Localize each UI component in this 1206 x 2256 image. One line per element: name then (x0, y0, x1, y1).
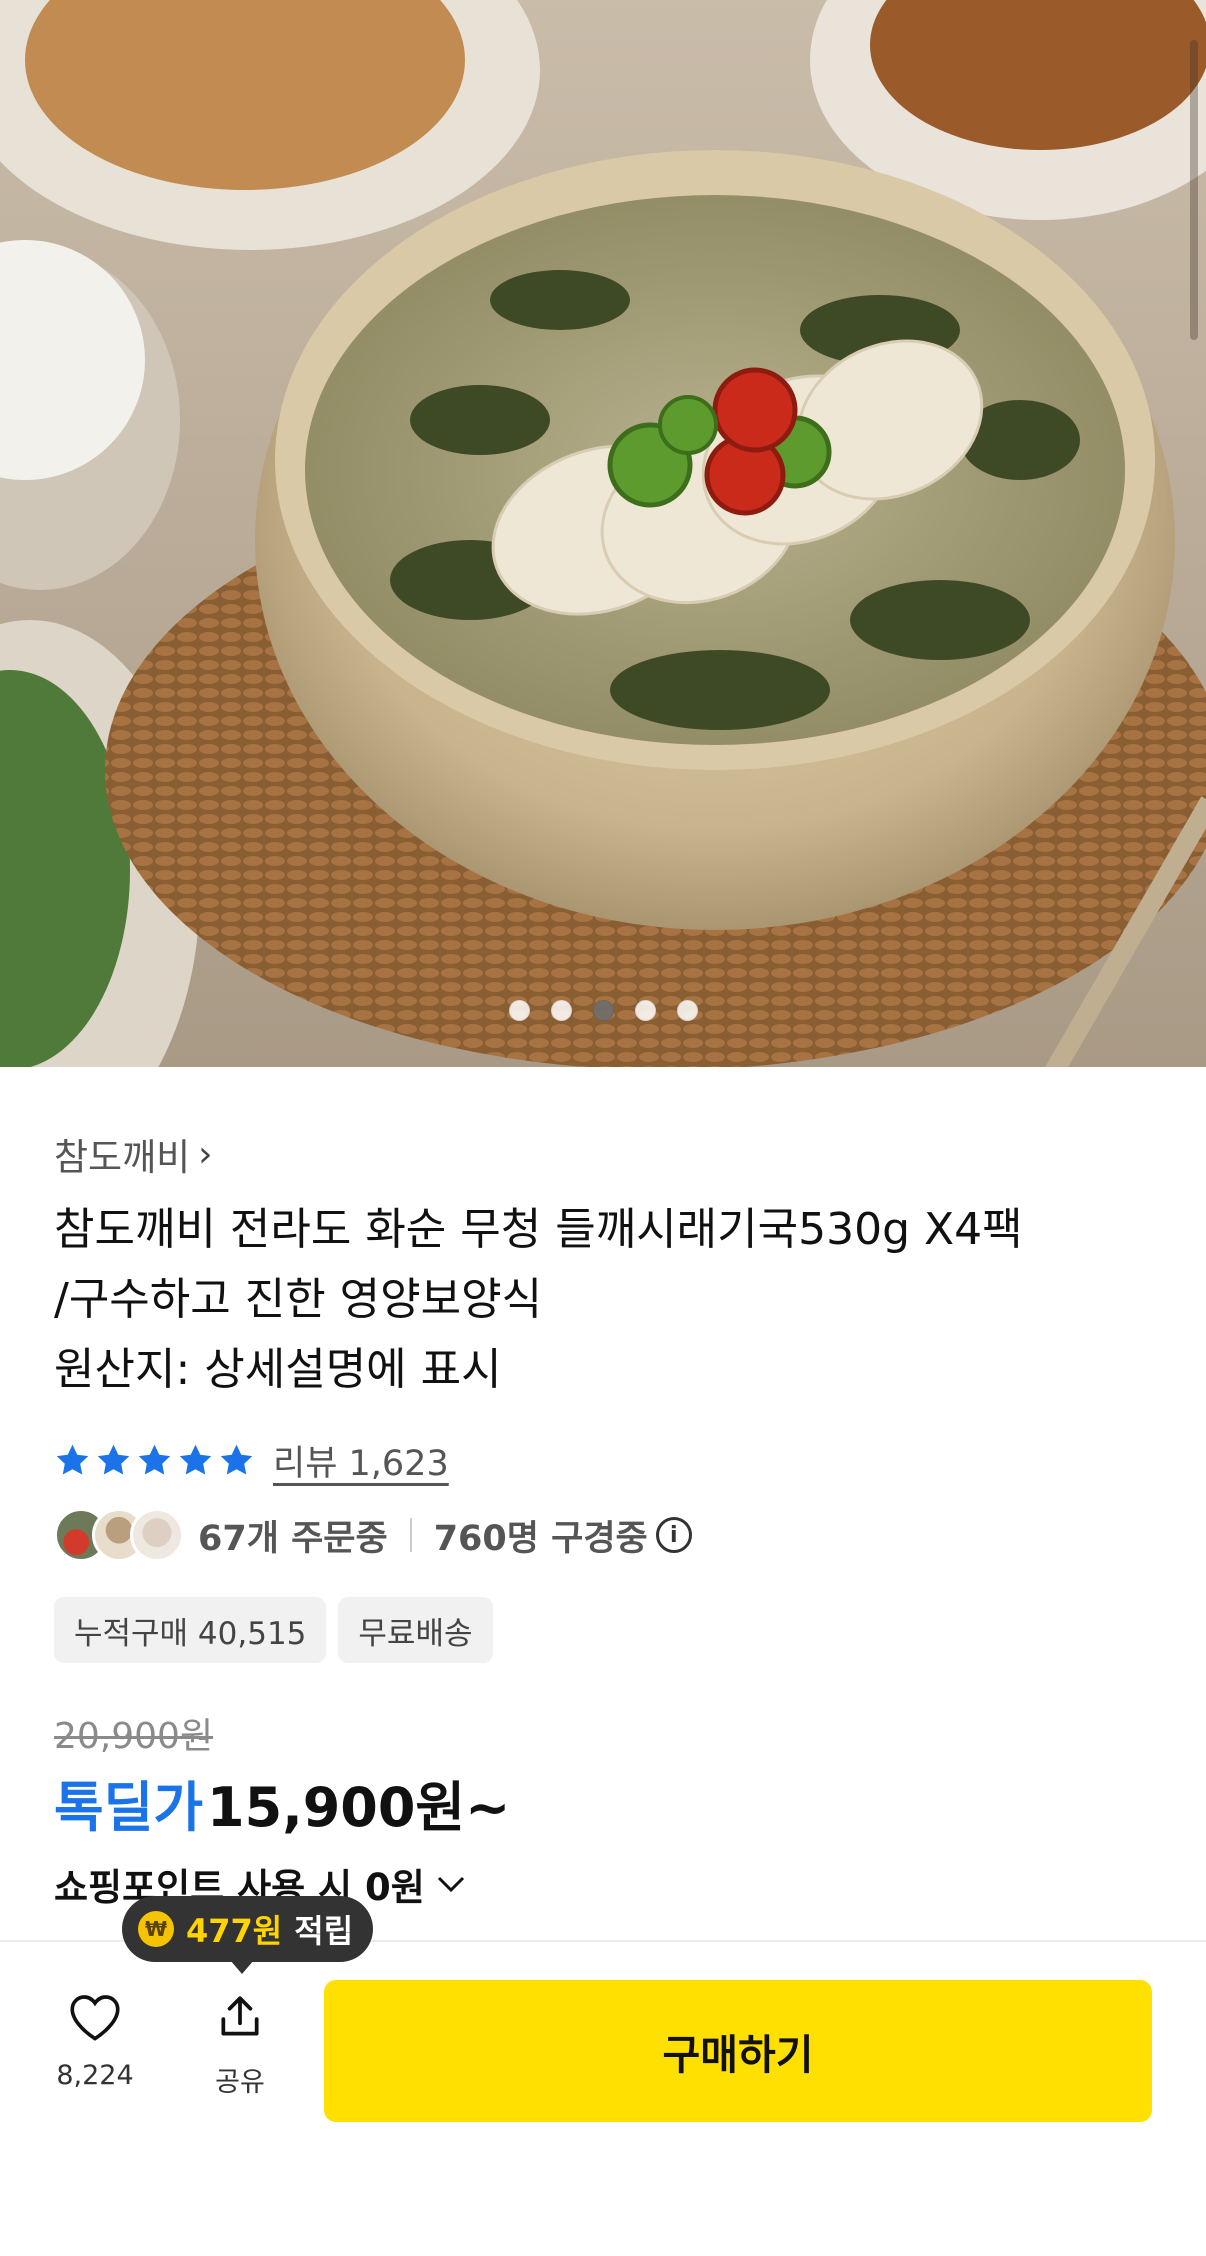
carousel-dot-active[interactable] (592, 1000, 614, 1021)
share-icon (221, 1996, 259, 2036)
seller-link[interactable]: 참도깨비 › (54, 1127, 213, 1181)
reward-amount: 477원 (186, 1912, 283, 1950)
product-photo (0, 0, 1206, 1067)
star-icon (179, 1444, 212, 1475)
cumulative-purchase-badge: 누적구매 40,515 (54, 1597, 327, 1663)
browsing-count: 760명 구경중 (433, 1518, 648, 1559)
buyer-avatars (54, 1508, 184, 1562)
carousel-dot[interactable] (508, 1000, 530, 1021)
chevron-down-icon (437, 1876, 464, 1893)
seller-name: 참도깨비 (54, 1136, 191, 1179)
rating-row: 리뷰 1,623 (54, 1435, 449, 1486)
won-coin-icon: ₩ (138, 1911, 174, 1947)
star-icon (220, 1444, 253, 1475)
reward-suffix: 적립 (294, 1912, 354, 1950)
chevron-right-icon: › (198, 1133, 213, 1175)
carousel-indicator (0, 1000, 1206, 1021)
product-title: 참도깨비 전라도 화순 무청 들깨시래기국530g X4팩 /구수하고 진한 영… (54, 1195, 1134, 1405)
carousel-dot[interactable] (634, 1000, 656, 1021)
buy-button[interactable]: 구매하기 (324, 1980, 1152, 2122)
ordering-count: 67개 주문중 (198, 1518, 388, 1559)
badge-row: 누적구매 40,515 무료배송 (54, 1597, 493, 1663)
star-icon (138, 1444, 171, 1475)
deal-label: 톡딜가 (54, 1776, 204, 1839)
share-label: 공유 (215, 2067, 265, 2098)
like-button[interactable]: 8,224 (40, 1992, 150, 2091)
heart-icon (70, 1995, 120, 2041)
deal-price: 15,900원~ (207, 1776, 511, 1839)
info-icon[interactable]: i (655, 1517, 692, 1553)
avatar (130, 1508, 184, 1562)
title-line: /구수하고 진한 영양보양식 (54, 1274, 543, 1325)
divider (409, 1518, 412, 1552)
image-scroll-indicator (1190, 40, 1198, 340)
bottom-action-bar: 8,224 공유 구매하기 (0, 1940, 1206, 2256)
free-shipping-badge: 무료배송 (338, 1597, 493, 1663)
carousel-dot[interactable] (676, 1000, 698, 1021)
deal-price-row: 톡딜가 15,900원~ (54, 1763, 510, 1842)
title-line: 참도깨비 전라도 화순 무청 들깨시래기국530g X4팩 (54, 1204, 1023, 1255)
star-icon (56, 1444, 89, 1475)
product-image[interactable] (0, 0, 1206, 1067)
like-count: 8,224 (56, 2060, 134, 2091)
share-button[interactable]: 공유 (185, 1992, 295, 2099)
title-line: 원산지: 상세설명에 표시 (54, 1344, 502, 1395)
reward-tooltip: ₩ 477원 적립 (122, 1896, 374, 1974)
carousel-dot[interactable] (550, 1000, 572, 1021)
review-count-link[interactable]: 리뷰 1,623 (273, 1435, 449, 1486)
original-price: 20,900원 (54, 1716, 214, 1757)
star-icon (97, 1444, 130, 1475)
live-activity-row: 67개 주문중 760명 구경중 i (54, 1507, 692, 1563)
